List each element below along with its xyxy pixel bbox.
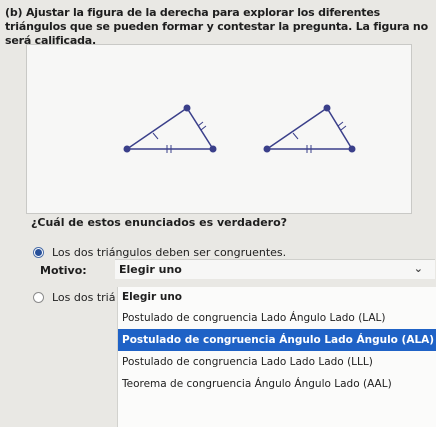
right-triangle: [266, 107, 353, 153]
question-body: Ajustar la figura de la derecha para exp…: [5, 6, 428, 47]
motivo-select[interactable]: Elegir uno ⌄: [115, 259, 435, 279]
right-vertex-c[interactable]: [348, 145, 356, 153]
right-vertex-a[interactable]: [263, 145, 271, 153]
dropdown-header[interactable]: Elegir uno: [118, 287, 436, 307]
prompt-text: ¿Cuál de estos enunciados es verdadero?: [31, 216, 288, 229]
figure-panel[interactable]: [26, 44, 412, 214]
right-vertex-b[interactable]: [323, 104, 331, 112]
select-value: Elegir uno: [119, 263, 182, 276]
left-vertex-c: [209, 145, 217, 153]
left-vertex-b: [183, 104, 191, 112]
left-triangle: [126, 107, 214, 153]
question-label: (b): [5, 6, 23, 19]
chevron-down-icon[interactable]: ⌄: [414, 262, 423, 275]
option-not-congruent[interactable]: Los dos triá: [33, 291, 115, 304]
radio-selected-icon[interactable]: [33, 247, 44, 258]
question-text: (b) Ajustar la figura de la derecha para…: [5, 6, 433, 48]
motivo-dropdown-list[interactable]: Elegir uno Postulado de congruencia Lado…: [117, 287, 436, 427]
dropdown-item-aal[interactable]: Teorema de congruencia Ángulo Ángulo Lad…: [118, 373, 436, 395]
dropdown-item-lal[interactable]: Postulado de congruencia Lado Ángulo Lad…: [118, 307, 436, 329]
left-vertex-a: [123, 145, 131, 153]
motivo-label: Motivo:: [40, 264, 87, 277]
dropdown-item-ala[interactable]: Postulado de congruencia Ángulo Lado Áng…: [118, 329, 436, 351]
option-label: Los dos triángulos deben ser congruentes…: [52, 246, 287, 259]
option-congruent[interactable]: Los dos triángulos deben ser congruentes…: [33, 246, 286, 259]
option-label: Los dos triá: [52, 291, 116, 304]
dropdown-item-lll[interactable]: Postulado de congruencia Lado Lado Lado …: [118, 351, 436, 373]
radio-unselected-icon[interactable]: [33, 292, 44, 303]
